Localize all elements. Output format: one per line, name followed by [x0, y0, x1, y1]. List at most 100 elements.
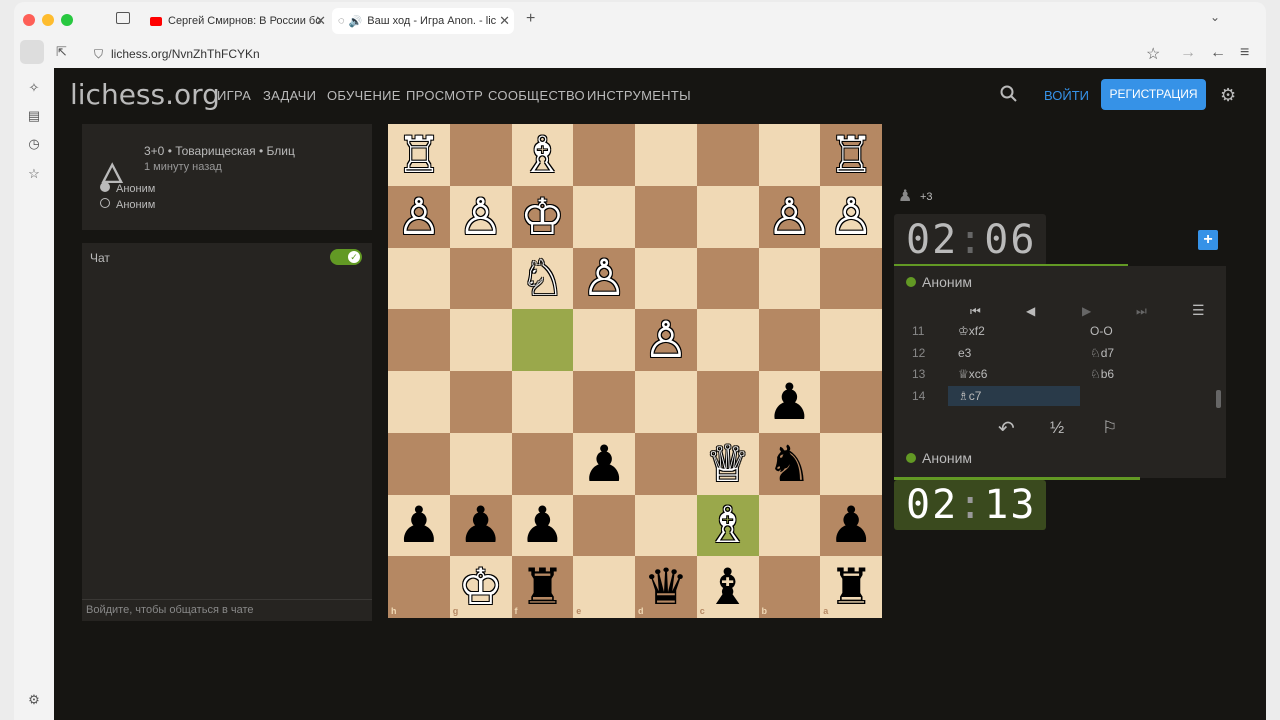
tab-list-chevron-icon[interactable]: ⌄	[1210, 10, 1220, 24]
chess-board[interactable]: ♖ ♗ ♖ 1 ♙ ♙ ♔ ♙ ♙ 2 ♘ ♙ 3 ♙ 4 ♟ 5 ♟ ♕ ♞ 6 ♟ ♟ ♟ ♗ ♟ 7 ♔ ♜ ♛ ♝ ♜ 8 h g f e d c b…	[388, 124, 882, 618]
chess-piece[interactable]: ♙	[450, 186, 512, 248]
forward-icon[interactable]: →	[1180, 44, 1196, 62]
board-square[interactable]	[573, 309, 635, 371]
close-tab-icon[interactable]: ✕	[499, 13, 510, 29]
chess-piece[interactable]: ♔	[512, 186, 574, 248]
close-window-button[interactable]	[23, 14, 35, 26]
board-square[interactable]	[758, 309, 821, 371]
chess-piece[interactable]: ♙	[388, 186, 450, 248]
tab-youtube[interactable]: Сергей Смирнов: В России бо ✕	[150, 8, 330, 34]
chess-piece[interactable]: ♖	[388, 124, 450, 186]
board-square[interactable]	[573, 185, 635, 248]
board-square[interactable]	[820, 309, 882, 371]
add-time-button[interactable]: +	[1198, 230, 1218, 250]
chess-piece[interactable]: ♖	[820, 124, 882, 186]
board-square[interactable]	[820, 371, 882, 433]
menu-icon[interactable]: ≡	[1240, 44, 1249, 62]
player-bottom[interactable]: Аноним	[906, 450, 972, 466]
login-link[interactable]: ВОЙТИ	[1044, 88, 1089, 103]
settings-gear-icon[interactable]: ⚙	[24, 690, 44, 710]
chess-piece[interactable]: ♙	[635, 309, 697, 371]
board-square[interactable]	[635, 371, 697, 433]
chess-piece[interactable]: ♝	[697, 556, 759, 618]
chess-piece[interactable]: ♟	[573, 433, 635, 495]
chess-piece[interactable]: ♟	[759, 371, 821, 433]
board-square[interactable]	[758, 494, 821, 557]
minimize-window-button[interactable]	[42, 14, 54, 26]
takeback-icon[interactable]: ↶	[998, 416, 1015, 441]
board-square[interactable]	[573, 371, 635, 433]
board-square[interactable]	[388, 309, 450, 371]
nav-learn[interactable]: ОБУЧЕНИЕ	[327, 88, 401, 103]
board-square[interactable]	[388, 556, 450, 618]
nav-play[interactable]: ИГРА	[217, 88, 251, 103]
board-square[interactable]	[696, 371, 759, 433]
board-square[interactable]	[388, 247, 450, 310]
chess-piece[interactable]: ♟	[820, 495, 882, 557]
site-info-icon[interactable]: ⛉	[94, 47, 103, 62]
chat-toggle[interactable]: ✓	[330, 249, 362, 265]
move-white[interactable]: e3	[948, 343, 981, 363]
board-square[interactable]	[449, 371, 512, 433]
chess-piece[interactable]: ♞	[759, 433, 821, 495]
board-square[interactable]	[573, 124, 635, 186]
scrollbar[interactable]	[1216, 390, 1221, 408]
chess-piece[interactable]: ♟	[450, 495, 512, 557]
search-icon[interactable]	[1000, 85, 1018, 103]
board-square[interactable]	[573, 556, 635, 618]
board-square[interactable]	[449, 432, 512, 495]
move-black[interactable]: O-O	[1090, 324, 1113, 338]
extensions-icon[interactable]: ⇱	[56, 44, 67, 60]
chess-piece[interactable]: ♜	[820, 556, 882, 618]
player-white[interactable]: Аноним	[100, 182, 155, 195]
site-logo[interactable]: lichess.org	[70, 78, 220, 111]
favorites-star-icon[interactable]: ☆	[24, 164, 44, 184]
address-bar[interactable]: ⛉ lichess.org/NvnZhThFCYKn	[94, 42, 1174, 66]
board-square[interactable]	[511, 371, 574, 433]
next-move-icon[interactable]: ▶	[1082, 304, 1091, 318]
first-move-icon[interactable]: ⏮	[970, 304, 981, 319]
settings-gear-icon[interactable]: ⚙	[1220, 85, 1236, 106]
board-square[interactable]	[820, 247, 882, 310]
bookmark-star-icon[interactable]: ☆	[1146, 44, 1160, 64]
back-icon[interactable]: ←	[1210, 44, 1226, 62]
player-top[interactable]: Аноним	[906, 274, 972, 290]
board-square[interactable]	[635, 432, 697, 495]
board-square[interactable]	[696, 185, 759, 248]
board-square[interactable]	[635, 185, 697, 248]
board-square[interactable]	[449, 309, 512, 371]
nav-tools[interactable]: ИНСТРУМЕНТЫ	[587, 88, 691, 103]
board-square[interactable]	[635, 247, 697, 310]
board-square[interactable]	[573, 494, 635, 557]
board-square[interactable]	[511, 309, 574, 371]
tab-overview-icon[interactable]	[116, 12, 130, 24]
chess-piece[interactable]: ♕	[697, 433, 759, 495]
new-tab-button[interactable]: +	[526, 10, 535, 28]
chess-piece[interactable]: ♗	[512, 124, 574, 186]
tab-lichess[interactable]: ◌ 🔊 Ваш ход - Игра Anon. - lic ✕	[332, 8, 514, 34]
hamburger-menu-icon[interactable]: ☰	[1192, 302, 1205, 319]
board-square[interactable]	[696, 247, 759, 310]
nav-puzzles[interactable]: ЗАДАЧИ	[263, 88, 316, 103]
last-move-icon[interactable]: ⏭	[1136, 304, 1147, 319]
move-white[interactable]: ♗c7	[948, 385, 1080, 406]
reading-list-icon[interactable]: ▤	[24, 106, 44, 126]
move-white[interactable]: ♔xf2	[948, 321, 995, 341]
board-square[interactable]	[758, 247, 821, 310]
chess-piece[interactable]: ♙	[573, 248, 635, 310]
maximize-window-button[interactable]	[61, 14, 73, 26]
move-black[interactable]: ♘b6	[1090, 367, 1114, 381]
ai-sparkle-icon[interactable]: ✧	[24, 78, 44, 98]
history-icon[interactable]: ◷	[24, 134, 44, 154]
chess-piece[interactable]: ♜	[512, 556, 574, 618]
chess-piece[interactable]: ♗	[697, 495, 759, 557]
prev-move-icon[interactable]: ◀	[1026, 304, 1035, 318]
board-square[interactable]	[696, 309, 759, 371]
board-square[interactable]	[635, 124, 697, 186]
chess-piece[interactable]: ♛	[635, 556, 697, 618]
board-square[interactable]	[758, 556, 821, 618]
chess-piece[interactable]: ♙	[759, 186, 821, 248]
nav-community[interactable]: СООБЩЕСТВО	[488, 88, 585, 103]
board-square[interactable]	[511, 432, 574, 495]
chess-piece[interactable]: ♟	[388, 495, 450, 557]
